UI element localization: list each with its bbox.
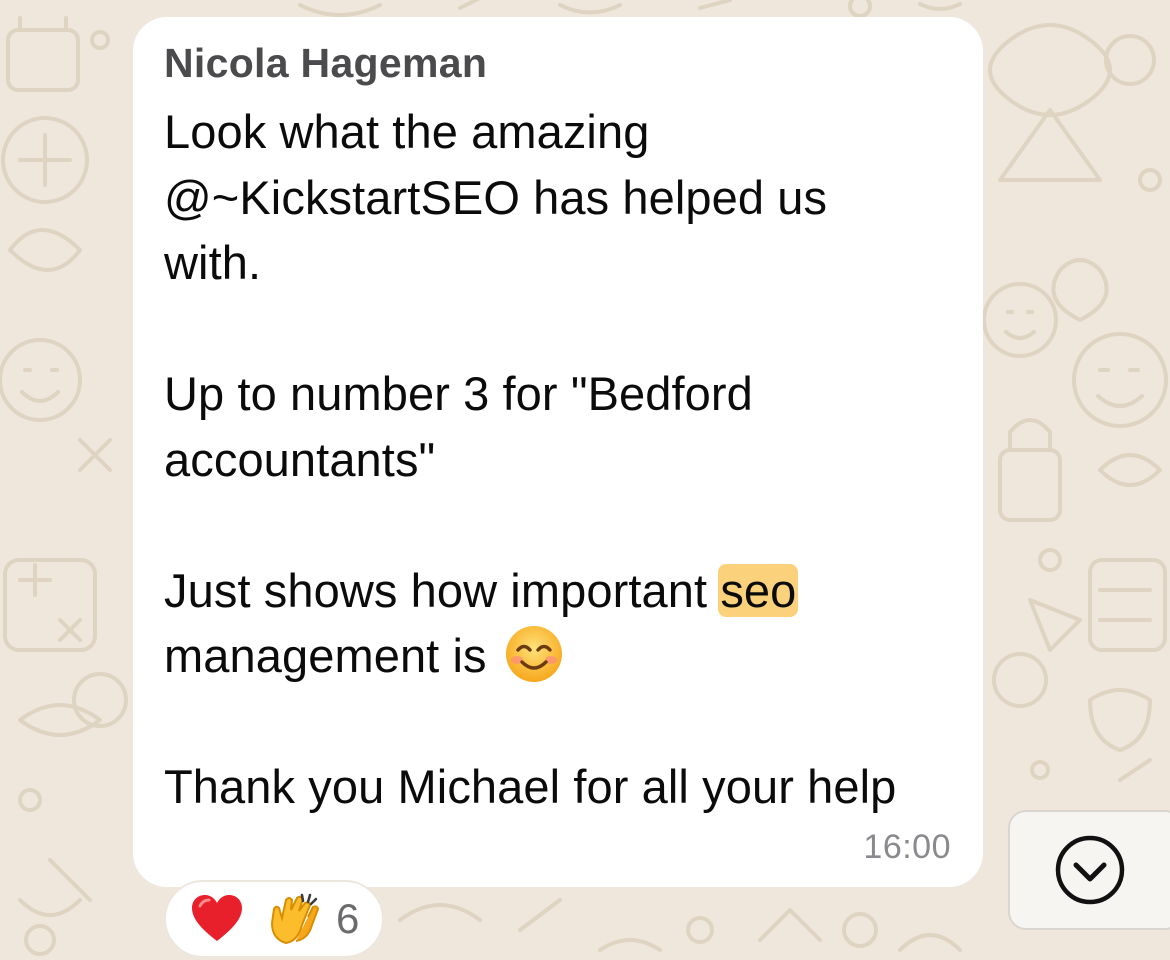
message-bubble[interactable]: Nicola Hageman Look what the amazing @~K… — [133, 17, 983, 887]
message-line: Just shows how important seo — [164, 558, 953, 624]
search-highlight: seo — [718, 563, 799, 617]
message-line: with. — [164, 236, 262, 289]
message-timestamp: 16:00 — [863, 828, 951, 866]
message-line: Up to number 3 for "Bedford — [164, 367, 753, 420]
smiling-face-emoji-icon — [505, 626, 562, 682]
message-line-text: Just shows how important — [164, 563, 708, 617]
message-line: Thank you Michael for all your help — [164, 760, 897, 813]
message-text: Look what the amazing @~KickstartSEO has… — [164, 99, 953, 820]
clapping-hands-icon — [270, 893, 320, 945]
message-line: accountants" — [164, 432, 436, 486]
reaction-count: 6 — [336, 895, 360, 942]
mention-line: @~KickstartSEO has helped us — [164, 165, 953, 231]
reactions-pill[interactable]: 6 — [164, 880, 384, 958]
red-heart-icon — [192, 895, 242, 941]
chevron-down-circle-icon — [1055, 835, 1125, 905]
message-line: @~KickstartSEO has helped us — [164, 170, 828, 224]
message-line: management is — [164, 623, 953, 689]
sender-name[interactable]: Nicola Hageman — [164, 39, 953, 87]
message-line-text: management is — [164, 629, 487, 682]
scroll-to-bottom-button[interactable] — [1008, 810, 1170, 930]
message-line: Look what the amazing — [164, 105, 650, 158]
